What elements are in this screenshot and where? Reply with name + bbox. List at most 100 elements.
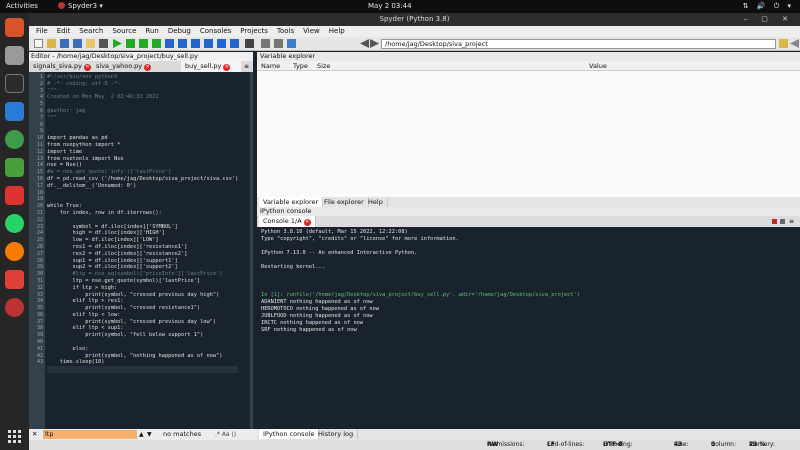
mongodb-compass-icon[interactable]: [5, 158, 24, 177]
code-text[interactable]: #!/usr/bin/env python3 # -*- coding: utf-…: [47, 74, 239, 374]
tab-history-log[interactable]: History log: [314, 429, 359, 439]
code-line[interactable]: import time: [47, 149, 238, 156]
find-options-icons[interactable]: .* Aa ⟨⟩: [215, 429, 236, 440]
code-line[interactable]: if ltp > high:: [47, 285, 238, 292]
menu-consoles[interactable]: Consoles: [200, 27, 231, 35]
python-icon[interactable]: [287, 39, 296, 48]
create-new-cell-icon[interactable]: [86, 39, 95, 48]
find-previous-icon[interactable]: ▲: [139, 429, 144, 440]
code-line[interactable]: symbol = df.iloc[index]['SYMBOL']: [47, 224, 238, 231]
run-cell-icon[interactable]: [126, 39, 135, 48]
new-file-icon[interactable]: [34, 39, 43, 48]
code-line[interactable]: elif ltp < sup1:: [47, 325, 238, 332]
working-directory-input[interactable]: /home/jag/Desktop/siva_project: [381, 39, 776, 49]
code-line[interactable]: res2 = df.iloc[index]['resistance2']: [47, 251, 238, 258]
code-line[interactable]: import pandas as pd: [47, 135, 238, 142]
menu-search[interactable]: Search: [79, 27, 103, 35]
code-line[interactable]: high = df.iloc[index]['HIGH']: [47, 230, 238, 237]
editor-tab-siva-yahoo[interactable]: siva_yahoo.py ✕: [92, 61, 180, 72]
console-options-icon[interactable]: ≡: [789, 216, 794, 227]
code-line[interactable]: from nsetools import Nse: [47, 156, 238, 163]
tab-help[interactable]: Help: [364, 197, 388, 207]
close-tab-icon[interactable]: ✕: [83, 64, 91, 71]
code-line[interactable]: @author: jag: [47, 108, 238, 115]
anydesk-icon[interactable]: [5, 270, 24, 289]
tab-file-explorer[interactable]: File explorer: [320, 197, 369, 207]
tools-icon[interactable]: [261, 39, 270, 48]
code-line[interactable]: # -*- coding: utf-8 -*-: [47, 81, 238, 88]
code-line[interactable]: [47, 196, 238, 203]
code-line[interactable]: for index, row in df.iterrows():: [47, 210, 238, 217]
run-selection-icon[interactable]: [152, 39, 161, 48]
close-tab-icon[interactable]: ✕: [144, 64, 152, 71]
code-line[interactable]: print(symbol, "crossed previous day low"…: [47, 319, 238, 326]
run-cell-advance-icon[interactable]: [139, 39, 148, 48]
code-line[interactable]: time.sleep(10): [47, 359, 238, 366]
ubuntu-software-icon[interactable]: [5, 18, 24, 37]
activities-button[interactable]: Activities: [6, 0, 38, 13]
code-line[interactable]: from nsepython import *: [47, 142, 238, 149]
code-line[interactable]: [47, 122, 238, 129]
code-line[interactable]: print(symbol, "crossed resistance1"): [47, 305, 238, 312]
code-line[interactable]: #a = nse.get_quote('infy')['lastPrice']: [47, 169, 238, 176]
column-value[interactable]: Value: [589, 61, 607, 71]
chrome-icon[interactable]: [5, 130, 24, 149]
debug-stop-icon[interactable]: [230, 39, 239, 48]
app-menu[interactable]: Spyder3 ▾: [58, 0, 103, 13]
debug-continue-icon[interactable]: [217, 39, 226, 48]
back-arrow-icon[interactable]: [360, 39, 369, 48]
python-path-icon[interactable]: [274, 39, 283, 48]
editor-scrollbar[interactable]: [250, 72, 253, 440]
forward-arrow-icon[interactable]: [370, 39, 379, 48]
debug-step-icon[interactable]: [178, 39, 187, 48]
tab-ipython-console[interactable]: IPython console: [259, 429, 320, 439]
close-find-icon[interactable]: ✕: [32, 429, 37, 440]
close-console-icon[interactable]: ✕: [303, 219, 311, 226]
code-line[interactable]: df = pd.read_csv ('/home/jag/Desktop/siv…: [47, 176, 238, 183]
code-line[interactable]: while True:: [47, 203, 238, 210]
debug-step-into-icon[interactable]: [191, 39, 200, 48]
column-size[interactable]: Size: [317, 61, 330, 71]
tab-variable-explorer[interactable]: Variable explorer: [259, 197, 324, 207]
close-tab-icon[interactable]: ✕: [223, 64, 231, 71]
menu-run[interactable]: Run: [145, 27, 158, 35]
menu-help[interactable]: Help: [329, 27, 345, 35]
save-icon[interactable]: [60, 39, 69, 48]
whatsapp-icon[interactable]: [5, 214, 24, 233]
code-line[interactable]: [47, 339, 238, 346]
code-line[interactable]: #ltp = nse_eq(symbol)['priceInfo']['last…: [47, 271, 238, 278]
clock[interactable]: May 2 03:44: [368, 0, 412, 13]
code-line[interactable]: elif ltp > res1:: [47, 298, 238, 305]
code-line[interactable]: print(symbol, "nothing happened as of no…: [47, 353, 238, 360]
column-type[interactable]: Type: [293, 61, 308, 71]
editor-tab-signals-siva[interactable]: signals_siva.py ✕: [29, 61, 91, 72]
menu-debug[interactable]: Debug: [168, 27, 191, 35]
system-tray[interactable]: ⇅ 🔊 ⏻ ▾: [743, 0, 794, 13]
menu-projects[interactable]: Projects: [240, 27, 268, 35]
code-line[interactable]: elif ltp < low:: [47, 312, 238, 319]
debug-step-return-icon[interactable]: [204, 39, 213, 48]
menu-view[interactable]: View: [303, 27, 320, 35]
interrupt-kernel-icon[interactable]: [772, 219, 777, 224]
code-line[interactable]: """: [47, 88, 238, 95]
code-line[interactable]: print(symbol, "fell below support 1"): [47, 332, 238, 339]
code-line[interactable]: """: [47, 115, 238, 122]
code-line[interactable]: [47, 217, 238, 224]
vscode-icon[interactable]: [5, 102, 24, 121]
code-line[interactable]: df.__delitem__('Unnamed: 0'): [47, 183, 238, 190]
terminal-icon[interactable]: [5, 74, 24, 93]
code-line[interactable]: sup1 = df.iloc[index]['support1']: [47, 258, 238, 265]
maximize-pane-icon[interactable]: [245, 39, 254, 48]
code-line[interactable]: Created on Mon May 2 02:46:33 2022: [47, 94, 238, 101]
run-file-icon[interactable]: [113, 39, 122, 48]
parent-directory-icon[interactable]: [790, 39, 799, 48]
menu-edit[interactable]: Edit: [57, 27, 71, 35]
menu-source[interactable]: Source: [112, 27, 136, 35]
menu-file[interactable]: File: [36, 27, 48, 35]
preferences-icon[interactable]: [99, 39, 108, 48]
code-line[interactable]: [47, 190, 238, 197]
console-tab[interactable]: Console 1/A ✕: [259, 216, 316, 227]
column-name[interactable]: Name: [261, 61, 280, 71]
code-line[interactable]: else:: [47, 346, 238, 353]
files-icon[interactable]: [5, 46, 24, 65]
